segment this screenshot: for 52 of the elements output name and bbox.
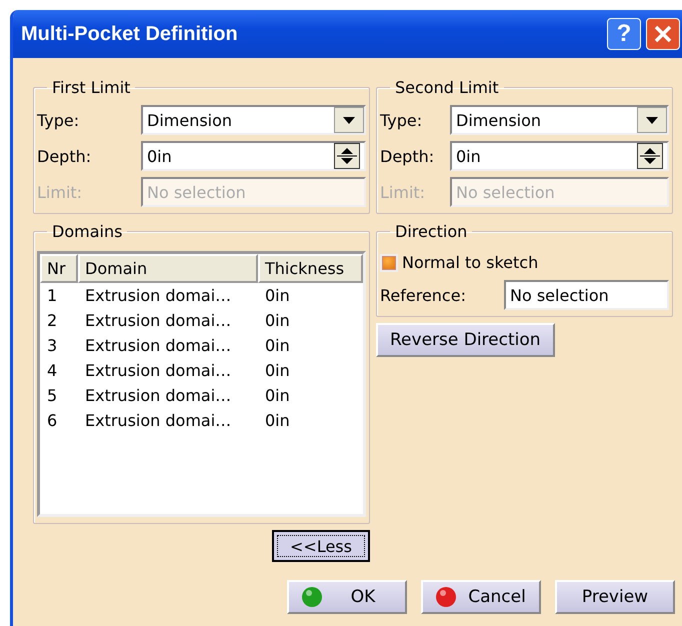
table-cell-text: Extrusion domai…: [84, 386, 232, 405]
type-dropdown[interactable]: Dimension: [141, 105, 366, 135]
group-title: Domains: [51, 222, 124, 241]
depth-field[interactable]: 0in: [141, 141, 366, 171]
table-cell-text: 3: [46, 336, 58, 355]
table-cell-text: 0in: [264, 336, 291, 355]
group-title: Second Limit: [394, 78, 500, 97]
type-dropdown[interactable]: Dimension: [450, 105, 669, 135]
limit-label: Limit:: [37, 182, 84, 202]
window-title: Multi-Pocket Definition: [21, 22, 239, 46]
table-cell-text: Extrusion domai…: [84, 336, 232, 355]
help-button[interactable]: ?: [607, 18, 641, 50]
reverse-direction-button[interactable]: Reverse Direction: [376, 323, 555, 357]
table-cell-text: 0in: [264, 286, 291, 305]
table-cell-text: Extrusion domai…: [84, 411, 232, 430]
table-cell-text: 2: [46, 311, 58, 330]
checkbox[interactable]: [380, 254, 398, 272]
spinner-icon[interactable]: [637, 143, 663, 169]
reference-field[interactable]: No selection: [504, 280, 669, 310]
ball-icon: [435, 586, 457, 608]
group-title: Direction: [394, 222, 468, 241]
cancel-button[interactable]: Cancel: [421, 580, 541, 614]
table-cell-text: Extrusion domai…: [84, 286, 232, 305]
preview-button[interactable]: Preview: [555, 580, 675, 614]
type-label: Type:: [380, 110, 424, 130]
table-cell-text: 1: [46, 286, 58, 305]
table-cell-text: 0in: [264, 386, 291, 405]
table-cell-text: 0in: [264, 411, 291, 430]
table-cell-text: 0in: [264, 361, 291, 380]
column-header[interactable]: Nr: [40, 254, 78, 283]
column-header[interactable]: Domain: [78, 254, 258, 283]
less-button[interactable]: <<Less: [272, 530, 370, 562]
table-cell-text: Extrusion domai…: [84, 311, 232, 330]
table-cell-text: 4: [46, 361, 58, 380]
spinner-icon[interactable]: [334, 143, 360, 169]
depth-label: Depth:: [380, 146, 436, 166]
close-button[interactable]: [646, 18, 680, 50]
ball-icon: [301, 586, 323, 608]
table-cell-text: Extrusion domai…: [84, 361, 232, 380]
column-header[interactable]: Thickness: [258, 254, 363, 283]
reference-label: Reference:: [380, 286, 467, 304]
depth-label: Depth:: [37, 146, 92, 166]
depth-field[interactable]: 0in: [450, 141, 669, 171]
ok-button[interactable]: OK: [287, 580, 407, 614]
limit-label: Limit:: [380, 182, 426, 202]
type-label: Type:: [37, 110, 80, 130]
checkbox-label: Normal to sketch: [402, 253, 540, 272]
table-cell-text: 0in: [264, 311, 291, 330]
table-cell-text: 5: [46, 386, 58, 405]
group-title: First Limit: [51, 78, 132, 97]
close-icon: [654, 25, 672, 43]
table-cell-text: 6: [46, 411, 58, 430]
